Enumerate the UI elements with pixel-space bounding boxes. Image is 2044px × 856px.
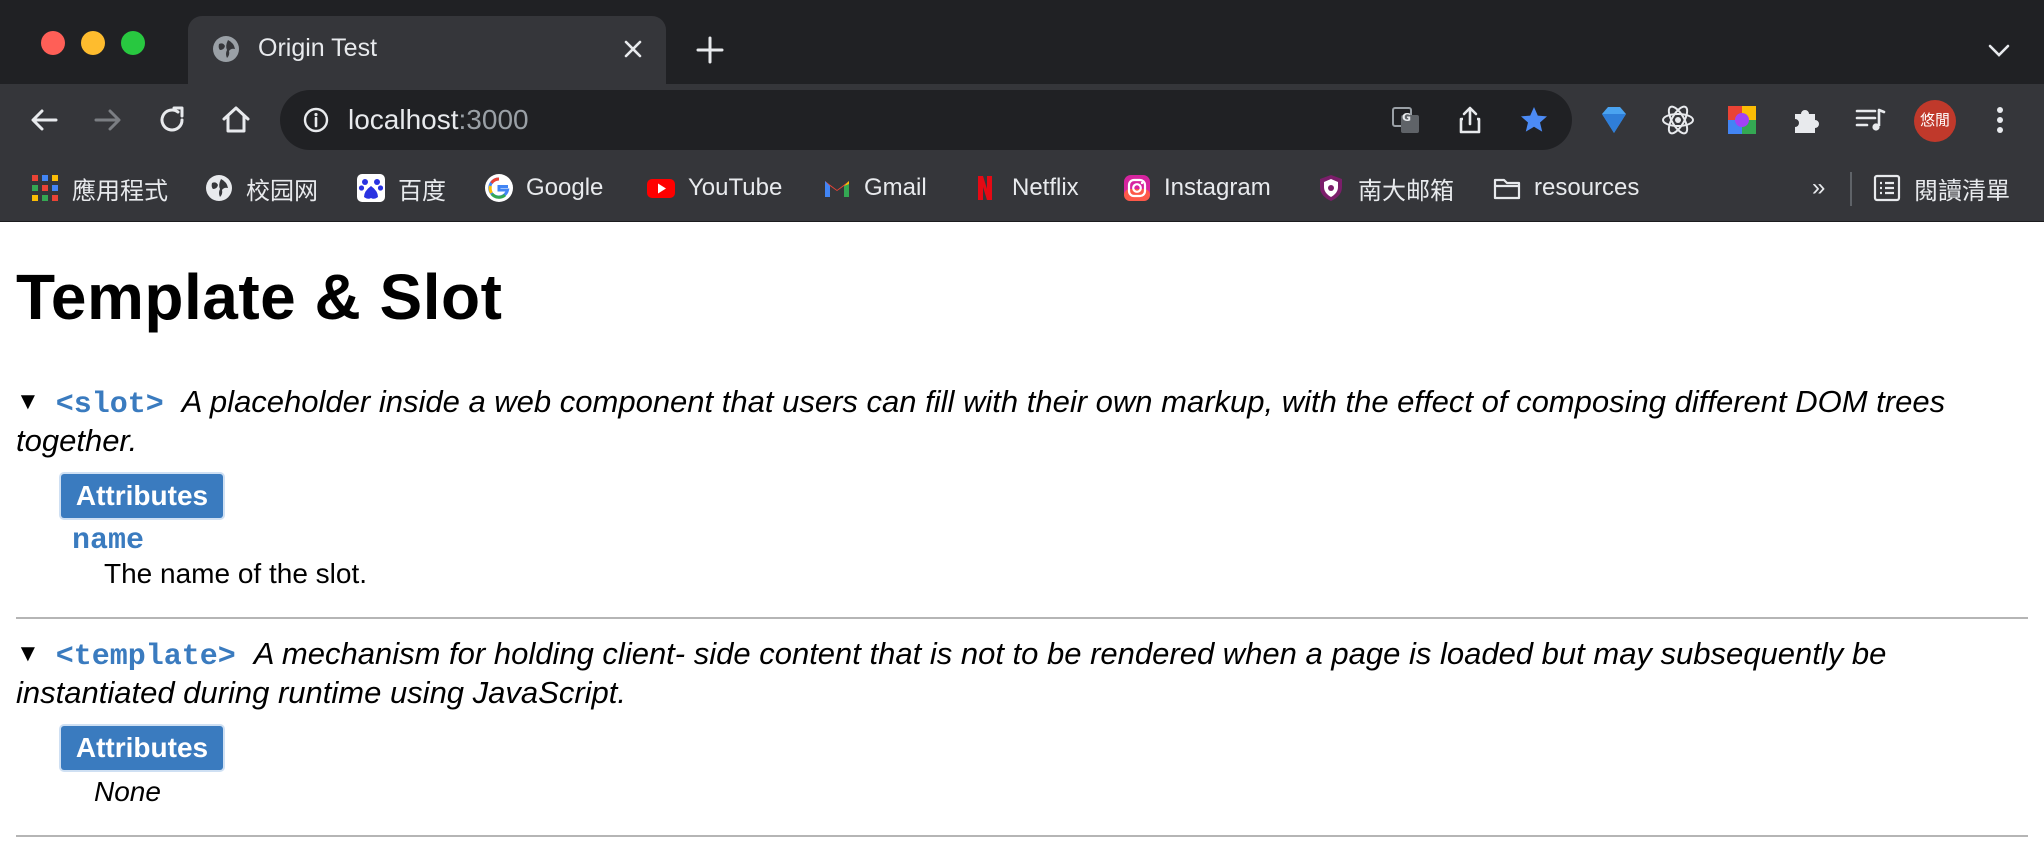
new-tab-icon[interactable]: [694, 34, 726, 66]
attribute-name: name: [72, 524, 145, 558]
home-icon[interactable]: [216, 100, 256, 140]
reading-list-button[interactable]: 閱讀清單: [1872, 170, 2010, 206]
bookmark-campus-network[interactable]: 校园网: [204, 170, 318, 206]
profile-avatar[interactable]: 悠閒: [1914, 100, 1956, 142]
bookmark-apps[interactable]: 應用程式: [30, 170, 168, 206]
color-extension-icon[interactable]: [1724, 102, 1760, 138]
shield-icon: [1320, 175, 1342, 201]
react-devtools-icon[interactable]: [1660, 102, 1696, 138]
info-icon[interactable]: [302, 106, 330, 134]
overflow-chevron-icon: »: [1812, 174, 1826, 201]
bookmark-folder-resources[interactable]: resources: [1492, 170, 1639, 206]
close-window-button[interactable]: [41, 31, 65, 55]
svg-text:G: G: [1402, 111, 1411, 124]
page-content: Template & Slot ▼ <slot> A placeholder ins…: [0, 222, 2044, 856]
gmail-icon: [825, 181, 849, 197]
bookmark-baidu[interactable]: 百度: [356, 170, 446, 206]
bookmark-star-icon[interactable]: [1518, 104, 1550, 136]
tab-origin-test[interactable]: Origin Test: [188, 16, 666, 84]
chevron-down-icon[interactable]: [1984, 38, 2014, 62]
more-menu-icon[interactable]: [1982, 102, 2018, 138]
bookmark-label: Instagram: [1164, 174, 1271, 201]
element-tag: <template>: [55, 640, 236, 674]
bookmark-label: 應用程式: [72, 177, 168, 205]
forward-icon[interactable]: [88, 100, 128, 140]
url-port: :3000: [458, 104, 529, 135]
bookmark-google[interactable]: Google: [484, 170, 603, 206]
apps-grid-icon: [32, 175, 58, 201]
extensions-puzzle-icon[interactable]: [1788, 102, 1824, 138]
bookmark-label: Google: [526, 174, 604, 201]
bookmarks-bar: 應用程式 校园网 百度 Google YouTube Gmail Netflix…: [0, 156, 2044, 222]
diamond-extension-icon[interactable]: [1596, 102, 1632, 138]
browser-chrome: Origin Test localhost:3000 G 悠閒 應用程式 校园网…: [0, 0, 2044, 222]
google-icon: [485, 174, 513, 202]
globe-icon: [213, 36, 239, 62]
bookmarks-overflow-button[interactable]: »: [1812, 170, 1825, 206]
attributes-badge: Attributes: [61, 726, 223, 770]
disclosure-triangle-icon[interactable]: ▼: [16, 388, 40, 415]
bookmark-label: 校园网: [246, 177, 318, 205]
translate-icon[interactable]: G: [1390, 104, 1422, 136]
element-description: A placeholder inside a web component tha…: [16, 384, 1946, 458]
url-text[interactable]: localhost:3000: [348, 104, 529, 136]
reading-list-icon: [1873, 174, 1901, 202]
section-divider: [16, 617, 2028, 619]
bookmark-gmail[interactable]: Gmail: [822, 170, 927, 206]
media-playlist-icon[interactable]: [1852, 102, 1888, 138]
netflix-icon: [978, 176, 992, 200]
reload-icon[interactable]: [152, 100, 192, 140]
bookmark-label: YouTube: [688, 174, 783, 201]
element-tag: <slot>: [55, 388, 164, 422]
page-title: Template & Slot: [16, 261, 503, 333]
url-host: localhost: [348, 104, 459, 135]
bookmarks-divider: [1850, 172, 1852, 206]
template-entry-summary[interactable]: ▼ <template> A mechanism for holding clien…: [16, 636, 2026, 711]
back-icon[interactable]: [24, 100, 64, 140]
reading-list-label: 閱讀清單: [1914, 177, 2010, 205]
bookmark-label: Gmail: [864, 174, 927, 201]
address-bar[interactable]: localhost:3000 G: [280, 90, 1572, 150]
bookmark-youtube[interactable]: YouTube: [646, 170, 782, 206]
attributes-badge: Attributes: [61, 474, 223, 518]
share-icon[interactable]: [1454, 104, 1486, 136]
maximize-window-button[interactable]: [121, 31, 145, 55]
section-divider: [16, 835, 2028, 837]
disclosure-triangle-icon[interactable]: ▼: [16, 640, 40, 667]
attributes-none-text: None: [94, 776, 161, 807]
youtube-icon: [647, 179, 675, 198]
bookmark-label: 南大邮箱: [1358, 177, 1454, 205]
attribute-description: The name of the slot.: [104, 558, 368, 589]
element-description: A mechanism for holding client- side con…: [16, 636, 1887, 710]
bookmark-nju-mail[interactable]: 南大邮箱: [1316, 170, 1454, 206]
tab-strip: Origin Test: [0, 0, 2044, 84]
bookmark-label: Netflix: [1012, 174, 1079, 201]
bookmark-instagram[interactable]: Instagram: [1122, 170, 1271, 206]
slot-entry-summary[interactable]: ▼ <slot> A placeholder inside a web compon…: [16, 384, 2026, 459]
navigation-toolbar: localhost:3000 G 悠閒: [0, 84, 2044, 156]
close-tab-icon[interactable]: [618, 34, 648, 64]
baidu-icon: [357, 174, 385, 202]
globe-icon: [206, 175, 232, 201]
bookmark-label: resources: [1534, 174, 1640, 201]
bookmark-label: 百度: [398, 177, 446, 205]
minimize-window-button[interactable]: [81, 31, 105, 55]
bookmark-netflix[interactable]: Netflix: [970, 170, 1079, 206]
tab-title: Origin Test: [258, 34, 378, 62]
instagram-icon: [1124, 175, 1150, 201]
folder-icon: [1493, 178, 1521, 200]
